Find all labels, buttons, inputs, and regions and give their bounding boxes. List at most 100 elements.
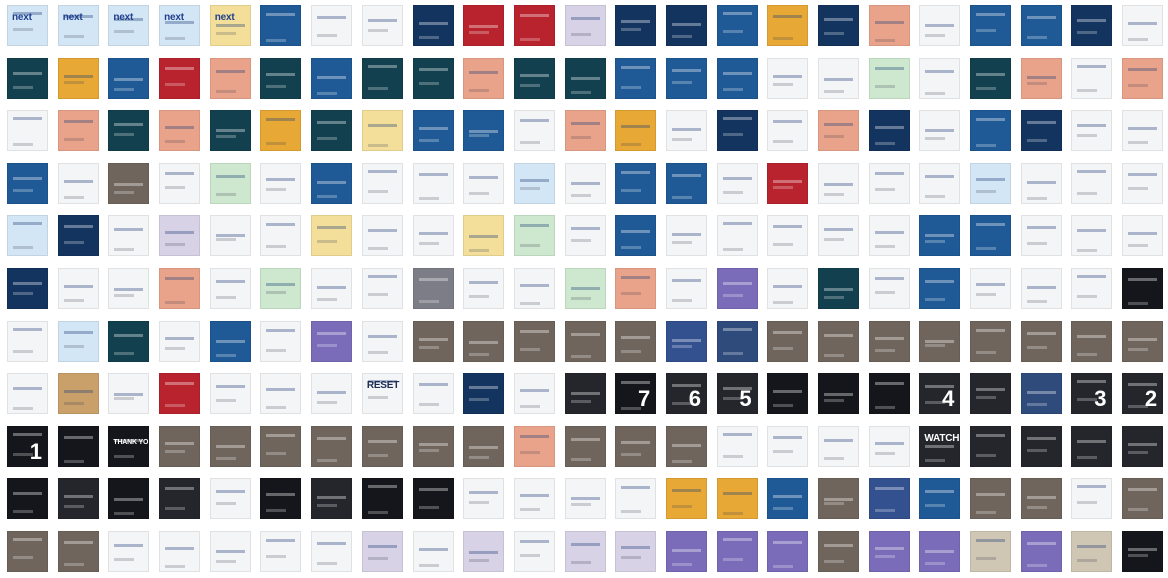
thumbnail-tile[interactable] [615, 478, 657, 520]
thumbnail-tile[interactable] [716, 320, 758, 362]
thumbnail-tile[interactable] [57, 373, 99, 415]
thumbnail-tile[interactable] [818, 5, 859, 46]
thumbnail-tile[interactable] [1071, 530, 1113, 572]
thumbnail-tile[interactable] [665, 267, 707, 309]
thumbnail-tile[interactable] [311, 320, 353, 362]
thumbnail-tile[interactable] [513, 57, 555, 99]
thumbnail-tile[interactable] [412, 320, 454, 362]
thumbnail-tile[interactable] [1020, 320, 1062, 362]
thumbnail-tile[interactable] [209, 215, 251, 257]
thumbnail-tile[interactable] [1071, 57, 1113, 99]
thumbnail-tile[interactable] [767, 425, 809, 467]
thumbnail-tile[interactable] [209, 425, 251, 467]
thumbnail-tile[interactable] [818, 162, 859, 204]
thumbnail-tile[interactable] [970, 373, 1012, 415]
thumbnail-tile[interactable] [463, 425, 505, 467]
thumbnail-tile[interactable] [818, 267, 859, 309]
thumbnail-tile[interactable] [311, 267, 353, 309]
thumbnail-tile[interactable] [57, 110, 99, 152]
thumbnail-tile[interactable] [868, 215, 910, 257]
thumbnail-tile[interactable] [1071, 267, 1113, 309]
thumbnail-tile[interactable] [1122, 110, 1164, 152]
thumbnail-tile[interactable] [209, 57, 251, 99]
thumbnail-tile[interactable] [108, 373, 150, 415]
thumbnail-tile[interactable] [1071, 425, 1113, 467]
thumbnail-tile[interactable] [361, 478, 403, 520]
thumbnail-tile[interactable] [108, 162, 150, 204]
thumbnail-tile[interactable] [209, 373, 251, 415]
thumbnail-tile[interactable] [361, 57, 403, 99]
thumbnail-tile[interactable] [159, 373, 201, 415]
thumbnail-tile[interactable] [463, 478, 505, 520]
thumbnail-tile[interactable] [463, 57, 505, 99]
thumbnail-tile[interactable] [7, 110, 48, 152]
thumbnail-tile[interactable] [615, 110, 657, 152]
thumbnail-tile[interactable] [361, 267, 403, 309]
thumbnail-tile[interactable]: next [159, 5, 201, 46]
thumbnail-tile[interactable] [767, 267, 809, 309]
thumbnail-tile[interactable] [767, 373, 809, 415]
thumbnail-tile[interactable]: next [209, 5, 251, 46]
thumbnail-tile[interactable] [818, 530, 859, 572]
thumbnail-tile[interactable] [260, 267, 302, 309]
thumbnail-tile[interactable] [1020, 162, 1062, 204]
thumbnail-tile[interactable] [260, 530, 302, 572]
thumbnail-tile[interactable] [209, 530, 251, 572]
thumbnail-tile[interactable]: 2 [1122, 373, 1164, 415]
thumbnail-tile[interactable] [260, 478, 302, 520]
thumbnail-tile[interactable] [1020, 57, 1062, 99]
thumbnail-tile[interactable] [919, 478, 961, 520]
thumbnail-tile[interactable] [159, 110, 201, 152]
thumbnail-tile[interactable] [311, 478, 353, 520]
thumbnail-tile[interactable] [7, 267, 48, 309]
thumbnail-tile[interactable] [1071, 5, 1113, 46]
thumbnail-tile[interactable] [767, 478, 809, 520]
thumbnail-tile[interactable] [1071, 320, 1113, 362]
thumbnail-tile[interactable] [159, 162, 201, 204]
thumbnail-tile[interactable] [868, 373, 910, 415]
thumbnail-tile[interactable] [260, 320, 302, 362]
thumbnail-tile[interactable]: 4 [919, 373, 961, 415]
thumbnail-tile[interactable]: next [108, 5, 150, 46]
thumbnail-tile[interactable] [463, 5, 505, 46]
thumbnail-tile[interactable] [7, 530, 48, 572]
thumbnail-tile[interactable] [868, 267, 910, 309]
thumbnail-tile[interactable] [412, 425, 454, 467]
thumbnail-tile[interactable] [260, 110, 302, 152]
thumbnail-tile[interactable] [818, 57, 859, 99]
thumbnail-tile[interactable] [7, 215, 48, 257]
thumbnail-tile[interactable] [665, 530, 707, 572]
thumbnail-tile[interactable] [412, 5, 454, 46]
thumbnail-tile[interactable]: 1 [7, 425, 48, 467]
thumbnail-tile[interactable] [970, 267, 1012, 309]
thumbnail-tile[interactable] [1122, 5, 1164, 46]
thumbnail-tile[interactable] [1122, 162, 1164, 204]
thumbnail-tile[interactable] [311, 373, 353, 415]
thumbnail-tile[interactable] [970, 478, 1012, 520]
thumbnail-tile[interactable] [1071, 478, 1113, 520]
thumbnail-tile[interactable] [108, 478, 150, 520]
thumbnail-tile[interactable] [970, 215, 1012, 257]
thumbnail-tile[interactable] [108, 530, 150, 572]
thumbnail-tile[interactable] [513, 320, 555, 362]
thumbnail-tile[interactable] [311, 162, 353, 204]
thumbnail-tile[interactable] [159, 57, 201, 99]
thumbnail-tile[interactable] [716, 162, 758, 204]
thumbnail-tile[interactable] [564, 320, 606, 362]
thumbnail-tile[interactable] [818, 425, 859, 467]
thumbnail-tile[interactable] [818, 478, 859, 520]
thumbnail-tile[interactable] [970, 5, 1012, 46]
thumbnail-tile[interactable] [615, 320, 657, 362]
thumbnail-tile[interactable]: next [7, 5, 48, 46]
thumbnail-tile[interactable] [564, 215, 606, 257]
thumbnail-tile[interactable] [7, 320, 48, 362]
thumbnail-tile[interactable] [209, 267, 251, 309]
thumbnail-tile[interactable] [615, 57, 657, 99]
thumbnail-tile[interactable] [716, 110, 758, 152]
thumbnail-tile[interactable] [260, 5, 302, 46]
thumbnail-tile[interactable] [615, 530, 657, 572]
thumbnail-tile[interactable] [818, 110, 859, 152]
thumbnail-tile[interactable] [209, 110, 251, 152]
thumbnail-tile[interactable] [311, 110, 353, 152]
thumbnail-tile[interactable] [463, 162, 505, 204]
